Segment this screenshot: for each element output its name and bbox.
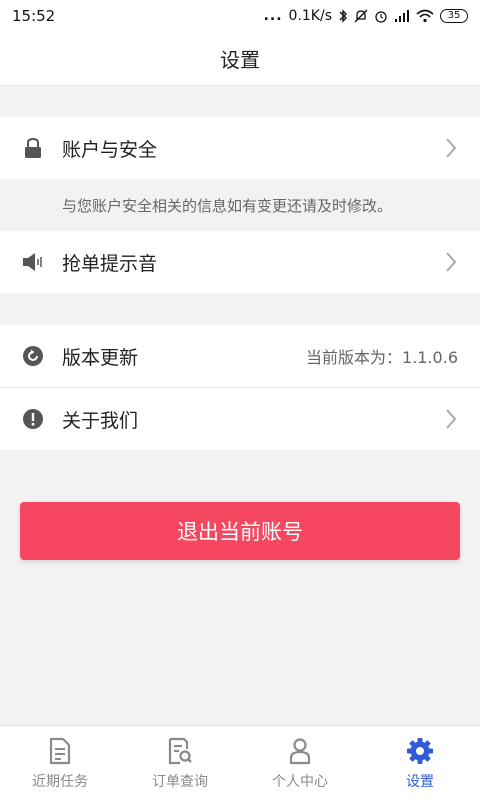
tab-label: 订单查询 xyxy=(152,773,208,790)
person-icon xyxy=(285,736,315,766)
bottom-tab-bar: 近期任务 订单查询 个人中心 设置 xyxy=(0,725,480,800)
chevron-right-icon xyxy=(446,409,457,429)
about-us-label: 关于我们 xyxy=(62,409,139,432)
document-icon xyxy=(45,736,75,766)
tab-order-query[interactable]: 订单查询 xyxy=(120,726,240,800)
account-security-row[interactable]: 账户与安全 xyxy=(0,117,480,179)
network-speed: 0.1K/s xyxy=(288,8,332,24)
wifi-icon xyxy=(416,9,434,23)
page-title: 设置 xyxy=(0,32,480,86)
settings-screen: 15:52 ... 0.1K/s 35 设置 账户与安全 与您账户安全相关的信息… xyxy=(0,0,480,800)
tab-recent-tasks[interactable]: 近期任务 xyxy=(0,726,120,800)
signal-icon xyxy=(394,9,410,23)
chevron-right-icon xyxy=(446,252,457,272)
alarm-icon xyxy=(374,9,388,23)
version-update-label: 版本更新 xyxy=(62,346,139,369)
speaker-icon xyxy=(22,251,44,273)
current-version: 当前版本为：1.1.0.6 xyxy=(306,348,458,367)
status-icons: ... 0.1K/s 35 xyxy=(264,8,468,24)
refresh-icon xyxy=(22,345,44,367)
gear-icon xyxy=(405,736,435,766)
status-bar: 15:52 ... 0.1K/s 35 xyxy=(0,0,480,32)
battery-icon: 35 xyxy=(440,9,468,23)
bluetooth-icon xyxy=(338,9,348,23)
account-security-label: 账户与安全 xyxy=(62,138,158,161)
tab-label: 个人中心 xyxy=(272,773,328,790)
account-security-hint: 与您账户安全相关的信息如有变更还请及时修改。 xyxy=(62,196,393,215)
chevron-right-icon xyxy=(446,138,457,158)
tab-label: 近期任务 xyxy=(32,773,88,790)
tab-settings[interactable]: 设置 xyxy=(360,726,480,800)
version-update-row[interactable]: 版本更新 当前版本为：1.1.0.6 xyxy=(0,325,480,387)
lock-icon xyxy=(22,137,44,159)
tab-personal-center[interactable]: 个人中心 xyxy=(240,726,360,800)
logout-button[interactable]: 退出当前账号 xyxy=(20,502,460,560)
status-time: 15:52 xyxy=(12,7,56,25)
tab-label: 设置 xyxy=(406,773,434,790)
order-sound-row[interactable]: 抢单提示音 xyxy=(0,231,480,293)
info-icon xyxy=(22,408,44,430)
more-dots: ... xyxy=(263,8,283,24)
order-sound-label: 抢单提示音 xyxy=(62,252,158,275)
about-us-row[interactable]: 关于我们 xyxy=(0,388,480,450)
search-document-icon xyxy=(165,736,195,766)
mute-icon xyxy=(354,9,368,23)
